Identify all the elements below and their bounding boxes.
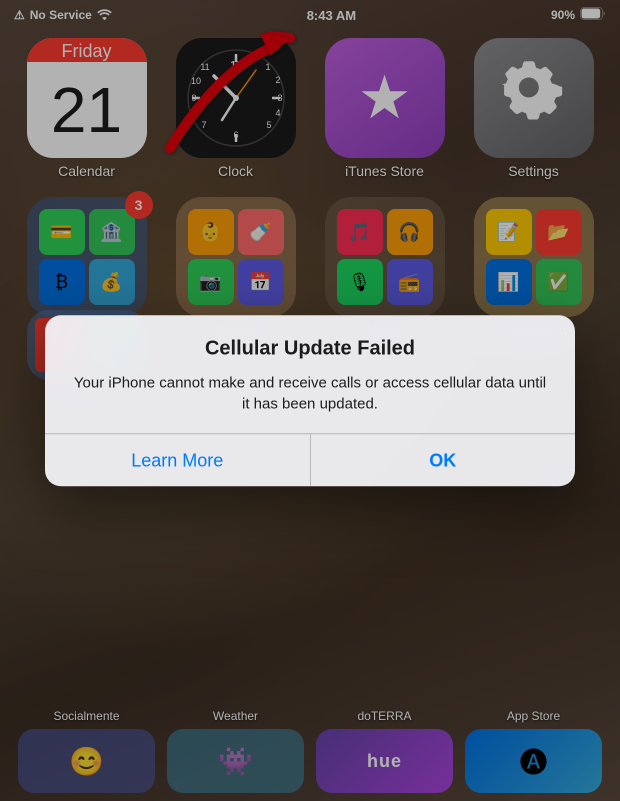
alert-title: Cellular Update Failed <box>69 337 551 360</box>
alert-container: Cellular Update Failed Your iPhone canno… <box>45 315 575 487</box>
learn-more-button[interactable]: Learn More <box>45 434 311 486</box>
alert-dialog: Cellular Update Failed Your iPhone canno… <box>45 315 575 487</box>
screen: ⚠ No Service 8:43 AM 90% <box>0 0 620 801</box>
alert-buttons: Learn More OK <box>45 434 575 486</box>
alert-message: Your iPhone cannot make and receive call… <box>69 372 551 416</box>
alert-content: Cellular Update Failed Your iPhone canno… <box>45 315 575 434</box>
ok-button[interactable]: OK <box>311 434 576 486</box>
